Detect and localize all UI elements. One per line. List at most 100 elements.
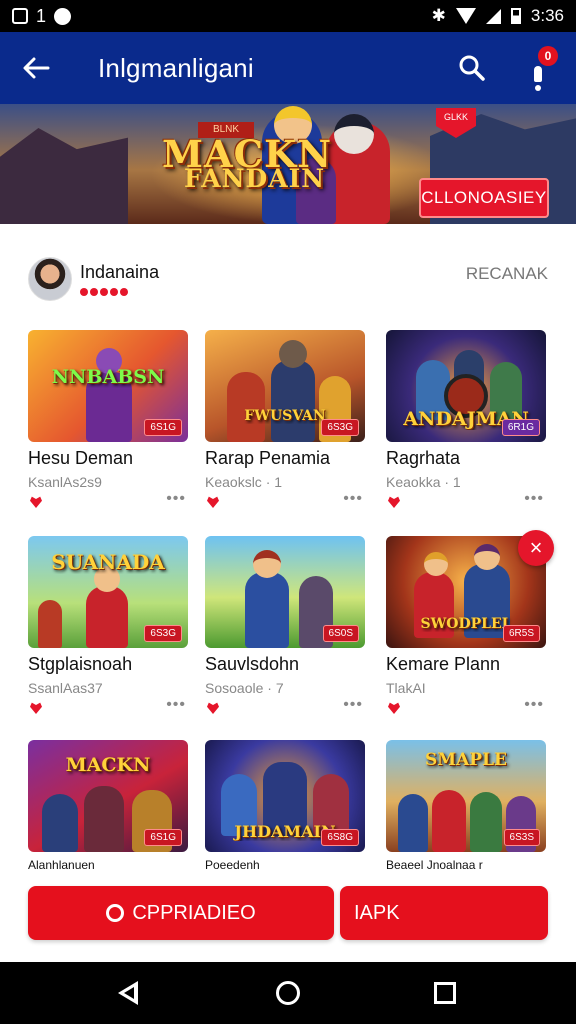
apk-button[interactable]: IAPK xyxy=(340,886,548,940)
more-options-button[interactable]: ••• xyxy=(343,490,363,508)
game-card[interactable]: ANDAJMAN 6R1G Ragrhata Keaokka · 1 ••• xyxy=(386,330,546,520)
game-title: Ragrhata xyxy=(386,448,461,468)
recents-square-icon[interactable] xyxy=(434,982,456,1004)
battery-icon xyxy=(510,8,521,24)
game-card[interactable]: SWODPLEL 6R5S Kemare Plann TlakAI ••• xyxy=(386,536,546,726)
heart-icon[interactable] xyxy=(388,496,400,508)
status-time: 3:36 xyxy=(530,6,564,25)
thumb-badge: 6R1G xyxy=(501,419,540,436)
search-button[interactable] xyxy=(452,48,492,88)
bluetooth-icon: ✱ xyxy=(431,6,446,25)
thumb-title: SUANADA xyxy=(51,550,165,574)
game-card[interactable]: SUANADA 6S3G Stgplaisnoah SsanlAas37 ••• xyxy=(28,536,188,726)
game-thumbnail[interactable]: SMAPLE 6S3S xyxy=(386,740,546,852)
thumb-figure xyxy=(245,572,289,648)
thumb-figure xyxy=(470,792,502,852)
notification-button[interactable]: 0 xyxy=(522,42,562,92)
game-title: Stgplaisnoah xyxy=(28,654,133,674)
game-title: Kemare Plann xyxy=(386,654,501,674)
game-thumbnail[interactable]: NNBABSN 6S1G xyxy=(28,330,188,442)
more-options-button[interactable]: ••• xyxy=(524,696,544,714)
thumb-badge: 6S1G xyxy=(144,419,182,436)
thumb-head xyxy=(253,550,281,578)
thumb-figure xyxy=(84,786,124,852)
app-screen: 1 ✱ 3:36 Inlgmanligani 0 BLNK MACKN FAND… xyxy=(0,0,576,1024)
game-title: Beaeel Jnoalnaa r xyxy=(386,858,483,872)
game-subtitle: Keaokka · 1 xyxy=(386,474,461,490)
game-thumbnail[interactable]: SUANADA 6S3G xyxy=(28,536,188,648)
author-row[interactable]: Indanaina RECANAK xyxy=(28,254,548,304)
thumb-figure xyxy=(271,360,315,442)
game-thumbnail[interactable]: JHDAMAIN 6S8G xyxy=(205,740,365,852)
heart-icon[interactable] xyxy=(388,702,400,714)
banner-title-line2: FANDAIN xyxy=(184,164,326,193)
more-vert-dot xyxy=(535,85,541,91)
author-name: Indanaina xyxy=(80,262,160,282)
thumb-title: MACKN xyxy=(65,754,151,776)
thumb-badge: 6S0S xyxy=(322,625,359,642)
game-subtitle: Keaokslc · 1 xyxy=(205,474,283,490)
app-title: Inlgmanligani xyxy=(98,52,254,83)
content-sheet: Indanaina RECANAK NNBABSN 6S1G Hesu Dema… xyxy=(0,224,576,960)
promo-banner[interactable]: BLNK MACKN FANDAIN GLKK CLLONOASIEY xyxy=(0,104,576,224)
more-options-button[interactable]: ••• xyxy=(166,696,186,714)
banner-building-left xyxy=(0,128,128,224)
thumb-figure xyxy=(227,372,265,442)
thumb-figure xyxy=(86,586,128,648)
author-link[interactable]: RECANAK xyxy=(466,264,548,284)
thumb-badge: 6R5S xyxy=(502,625,540,642)
more-options-button[interactable]: ••• xyxy=(343,696,363,714)
game-card[interactable]: 6S0S Sauvlsdohn Sosoaole · 7 ••• xyxy=(205,536,365,726)
primary-action-label: CPPRIADIEO xyxy=(132,901,256,924)
arrow-left-icon xyxy=(23,57,50,79)
search-icon xyxy=(459,55,485,81)
thumb-figure xyxy=(432,790,466,852)
thumb-figure xyxy=(42,794,78,852)
game-thumbnail[interactable]: 6S0S xyxy=(205,536,365,648)
download-icon xyxy=(106,904,125,922)
thumb-title: NNBABSN xyxy=(51,366,165,388)
back-triangle-inner xyxy=(124,987,134,999)
game-subtitle: SsanlAas37 xyxy=(28,680,103,696)
banner-cta-button[interactable]: CLLONOASIEY xyxy=(419,178,549,218)
signal-icon xyxy=(485,8,501,24)
game-thumbnail[interactable]: MACKN 6S1G xyxy=(28,740,188,852)
home-circle-icon[interactable] xyxy=(276,981,300,1005)
thumb-figure xyxy=(398,794,428,852)
heart-icon[interactable] xyxy=(30,702,42,714)
thumb-head xyxy=(279,340,307,368)
thumb-badge: 6S3G xyxy=(144,625,182,642)
wifi-icon xyxy=(455,8,476,24)
game-card[interactable]: FWUSVAN 6S3G Rarap Penamia Keaokslc · 1 … xyxy=(205,330,365,520)
screenshot-icon xyxy=(12,8,28,24)
notification-badge: 0 xyxy=(538,46,558,66)
close-button[interactable]: × xyxy=(518,530,554,566)
game-card[interactable]: NNBABSN 6S1G Hesu Deman KsanlAs2s9 ••• xyxy=(28,330,188,520)
heart-icon[interactable] xyxy=(207,496,219,508)
thumb-head xyxy=(424,552,448,576)
thumb-badge: 6S8G xyxy=(321,829,359,846)
back-button[interactable] xyxy=(0,32,72,104)
thumb-figure xyxy=(38,600,62,648)
avatar[interactable] xyxy=(28,257,72,301)
heart-icon[interactable] xyxy=(30,496,42,508)
game-subtitle: KsanlAs2s9 xyxy=(28,474,102,490)
thumb-badge: 6S3G xyxy=(321,419,359,436)
game-subtitle: Sosoaole · 7 xyxy=(205,680,284,696)
game-title: Rarap Penamia xyxy=(205,448,331,468)
primary-action-button[interactable]: CPPRIADIEO xyxy=(28,886,334,940)
more-options-button[interactable]: ••• xyxy=(166,490,186,508)
game-thumbnail[interactable]: ANDAJMAN 6R1G xyxy=(386,330,546,442)
thumb-title: SMAPLE xyxy=(425,750,507,770)
game-subtitle: TlakAI xyxy=(386,680,426,696)
app-bar: Inlgmanligani 0 xyxy=(0,32,576,104)
system-nav-bar xyxy=(0,962,576,1024)
game-thumbnail[interactable]: FWUSVAN 6S3G xyxy=(205,330,365,442)
game-title: Poeedenh xyxy=(205,858,260,872)
game-title: Hesu Deman xyxy=(28,448,134,468)
more-options-button[interactable]: ••• xyxy=(524,490,544,508)
heart-icon[interactable] xyxy=(207,702,219,714)
game-title: Sauvlsdohn xyxy=(205,654,300,674)
status-left-text: 1 xyxy=(36,5,47,26)
apk-button-label: IAPK xyxy=(354,901,400,924)
